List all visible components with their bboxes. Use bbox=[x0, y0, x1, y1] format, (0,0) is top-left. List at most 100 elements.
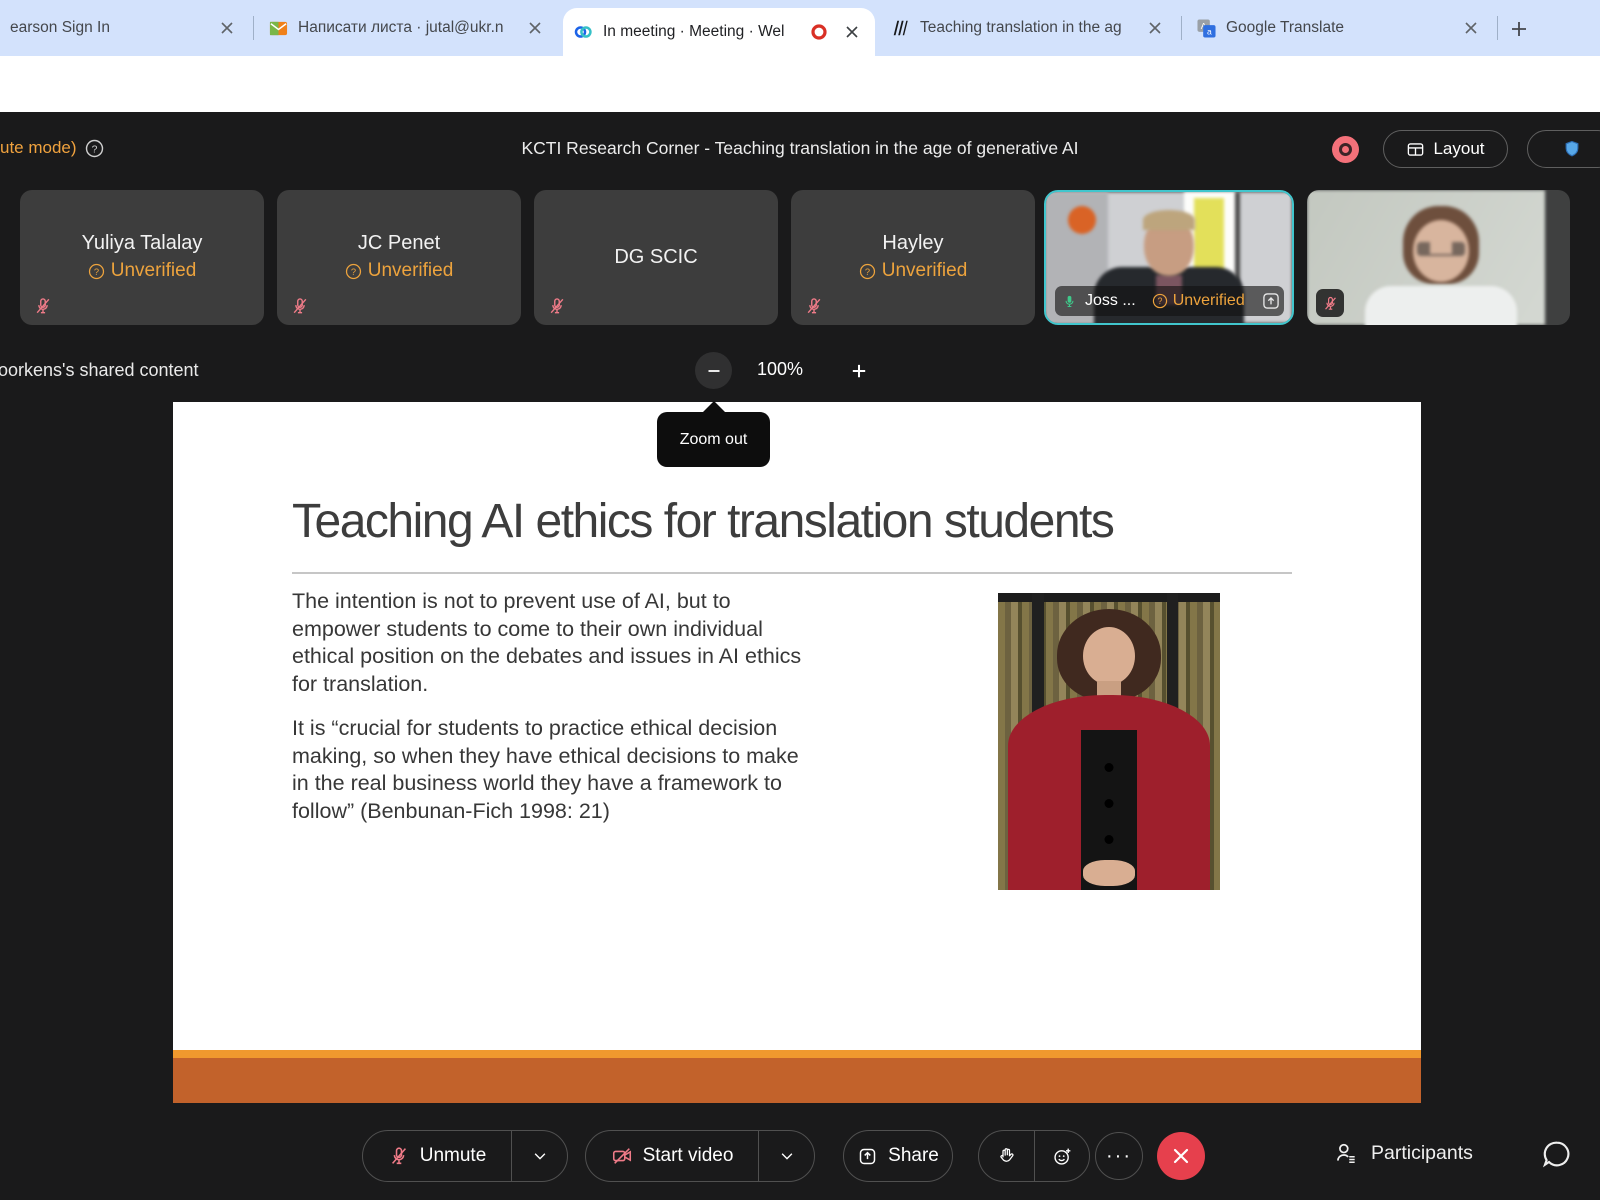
layout-button[interactable]: Layout bbox=[1383, 130, 1508, 168]
webex-icon bbox=[573, 22, 593, 42]
tab-title: Написати листа · jutal@ukr.n bbox=[298, 19, 512, 37]
participant-name: Hayley bbox=[791, 232, 1035, 255]
chevron-down-icon bbox=[531, 1147, 549, 1165]
close-icon[interactable] bbox=[1142, 15, 1168, 41]
unmute-button-group: Unmute bbox=[362, 1130, 568, 1182]
zoom-in-button[interactable] bbox=[840, 352, 877, 389]
participant-tile-joss-active-speaker[interactable]: Joss ... ? Unverified bbox=[1044, 190, 1294, 325]
layout-label: Layout bbox=[1433, 139, 1484, 159]
participant-name: JC Penet bbox=[277, 232, 521, 255]
start-video-button[interactable]: Start video bbox=[586, 1131, 758, 1181]
muted-mic-icon bbox=[33, 296, 53, 316]
tab-title: Google Translate bbox=[1226, 19, 1448, 37]
tab-pearson-sign-in[interactable]: earson Sign In bbox=[0, 0, 250, 56]
minus-icon bbox=[706, 363, 722, 379]
reactions-button[interactable] bbox=[1035, 1131, 1089, 1181]
tab-recording-icon bbox=[809, 22, 829, 42]
tab-title: earson Sign In bbox=[10, 19, 204, 37]
participants-button[interactable]: Participants bbox=[1333, 1140, 1473, 1166]
participant-tile-yuliya[interactable]: Yuliya Talalay ? Unverified bbox=[20, 190, 264, 325]
unmute-button[interactable]: Unmute bbox=[363, 1131, 511, 1181]
webex-meeting-window: ute mode) ? KCTI Research Corner - Teach… bbox=[0, 112, 1600, 1200]
slide-accent-bar-dark bbox=[173, 1058, 1421, 1103]
svg-text:?: ? bbox=[91, 144, 97, 155]
zoom-out-button[interactable] bbox=[695, 352, 732, 389]
share-button[interactable]: Share bbox=[843, 1130, 953, 1182]
participants-label: Participants bbox=[1371, 1142, 1473, 1165]
plus-icon bbox=[850, 362, 868, 380]
participant-tile-jc-penet[interactable]: JC Penet ? Unverified bbox=[277, 190, 521, 325]
close-icon[interactable] bbox=[839, 19, 865, 45]
unverified-icon: ? bbox=[859, 263, 876, 280]
mail-icon bbox=[268, 18, 288, 38]
meeting-title: KCTI Research Corner - Teaching translat… bbox=[521, 138, 1078, 159]
unmute-options-button[interactable] bbox=[512, 1131, 567, 1181]
tab-google-translate[interactable]: Aa Google Translate bbox=[1186, 0, 1494, 56]
muted-mic-icon bbox=[388, 1145, 410, 1167]
browser-tab-strip: earson Sign In Написати листа · jutal@uk… bbox=[0, 0, 1600, 56]
muted-mic-icon bbox=[1316, 289, 1344, 317]
mute-mode-text: ute mode) bbox=[0, 138, 77, 158]
camera-off-icon bbox=[611, 1145, 633, 1167]
close-icon[interactable] bbox=[522, 15, 548, 41]
tab-teaching-translation[interactable]: Teaching translation in the ag bbox=[880, 0, 1178, 56]
svg-text:a: a bbox=[1206, 26, 1211, 36]
muted-mic-icon bbox=[547, 296, 567, 316]
participant-name: Joss ... bbox=[1085, 292, 1136, 310]
screen: earson Sign In Написати листа · jutal@uk… bbox=[0, 0, 1600, 1200]
chat-button[interactable] bbox=[1541, 1138, 1573, 1170]
more-options-button[interactable]: ··· bbox=[1095, 1132, 1143, 1180]
security-button[interactable] bbox=[1527, 130, 1600, 168]
browser-url-row: ecconf.webex.com/wbxmjs/joinservice/site… bbox=[0, 56, 1600, 112]
tab-ukrnet-mail[interactable]: Написати листа · jutal@ukr.n bbox=[258, 0, 558, 56]
leave-meeting-button[interactable] bbox=[1157, 1132, 1205, 1180]
smiley-plus-icon bbox=[1052, 1146, 1073, 1167]
unverified-badge: ? Unverified bbox=[20, 260, 264, 282]
mic-on-icon bbox=[1062, 294, 1077, 309]
unverified-icon: ? bbox=[88, 263, 105, 280]
svg-text:?: ? bbox=[94, 266, 99, 276]
close-icon[interactable] bbox=[1458, 15, 1484, 41]
slide-title: Teaching AI ethics for translation stude… bbox=[292, 494, 1113, 549]
ellipsis-icon: ··· bbox=[1106, 1145, 1132, 1168]
bars-logo-icon bbox=[890, 18, 910, 38]
participant-tile-video-right[interactable] bbox=[1307, 190, 1570, 325]
raise-hand-button[interactable] bbox=[979, 1131, 1034, 1181]
tab-title: Teaching translation in the ag bbox=[920, 19, 1132, 37]
participant-name: Yuliya Talalay bbox=[20, 232, 264, 255]
video-options-button[interactable] bbox=[759, 1131, 814, 1181]
popout-icon[interactable] bbox=[1261, 291, 1281, 311]
new-tab-button[interactable] bbox=[1504, 14, 1534, 44]
close-icon[interactable] bbox=[214, 15, 240, 41]
svg-text:?: ? bbox=[865, 266, 870, 276]
tab-divider bbox=[1497, 16, 1498, 40]
participant-tile-dg-scic[interactable]: DG SCIC bbox=[534, 190, 778, 325]
shield-icon bbox=[1562, 139, 1582, 159]
shared-slide: Teaching AI ethics for translation stude… bbox=[173, 402, 1421, 1103]
recording-indicator-icon bbox=[1332, 136, 1359, 163]
unverified-icon: ? bbox=[1152, 293, 1168, 309]
reactions-button-group bbox=[978, 1130, 1090, 1182]
raised-hand-icon bbox=[997, 1146, 1017, 1166]
unverified-badge: ? Unverified bbox=[791, 260, 1035, 282]
share-icon bbox=[857, 1146, 878, 1167]
active-speaker-name-bar: Joss ... ? Unverified bbox=[1055, 286, 1284, 316]
participant-tile-hayley[interactable]: Hayley ? Unverified bbox=[791, 190, 1035, 325]
slide-accent-bar-light bbox=[173, 1050, 1421, 1058]
tab-divider bbox=[253, 16, 254, 40]
tab-title: In meeting · Meeting · Wel bbox=[603, 23, 799, 41]
layout-grid-icon bbox=[1406, 140, 1425, 159]
unmute-label: Unmute bbox=[420, 1145, 487, 1167]
share-label: Share bbox=[888, 1145, 939, 1167]
chevron-down-icon bbox=[778, 1147, 796, 1165]
shared-content-label: oorkens's shared content bbox=[0, 360, 199, 381]
help-icon[interactable]: ? bbox=[85, 139, 104, 158]
chat-bubble-icon bbox=[1541, 1138, 1573, 1170]
zoom-level: 100% bbox=[757, 359, 803, 380]
participants-icon bbox=[1333, 1140, 1359, 1166]
close-x-icon bbox=[1172, 1147, 1190, 1165]
tab-webex-meeting[interactable]: In meeting · Meeting · Wel bbox=[563, 8, 875, 56]
unverified-badge: ? Unverified bbox=[1152, 292, 1245, 310]
participant-name: DG SCIC bbox=[534, 246, 778, 269]
svg-text:?: ? bbox=[1157, 296, 1162, 306]
